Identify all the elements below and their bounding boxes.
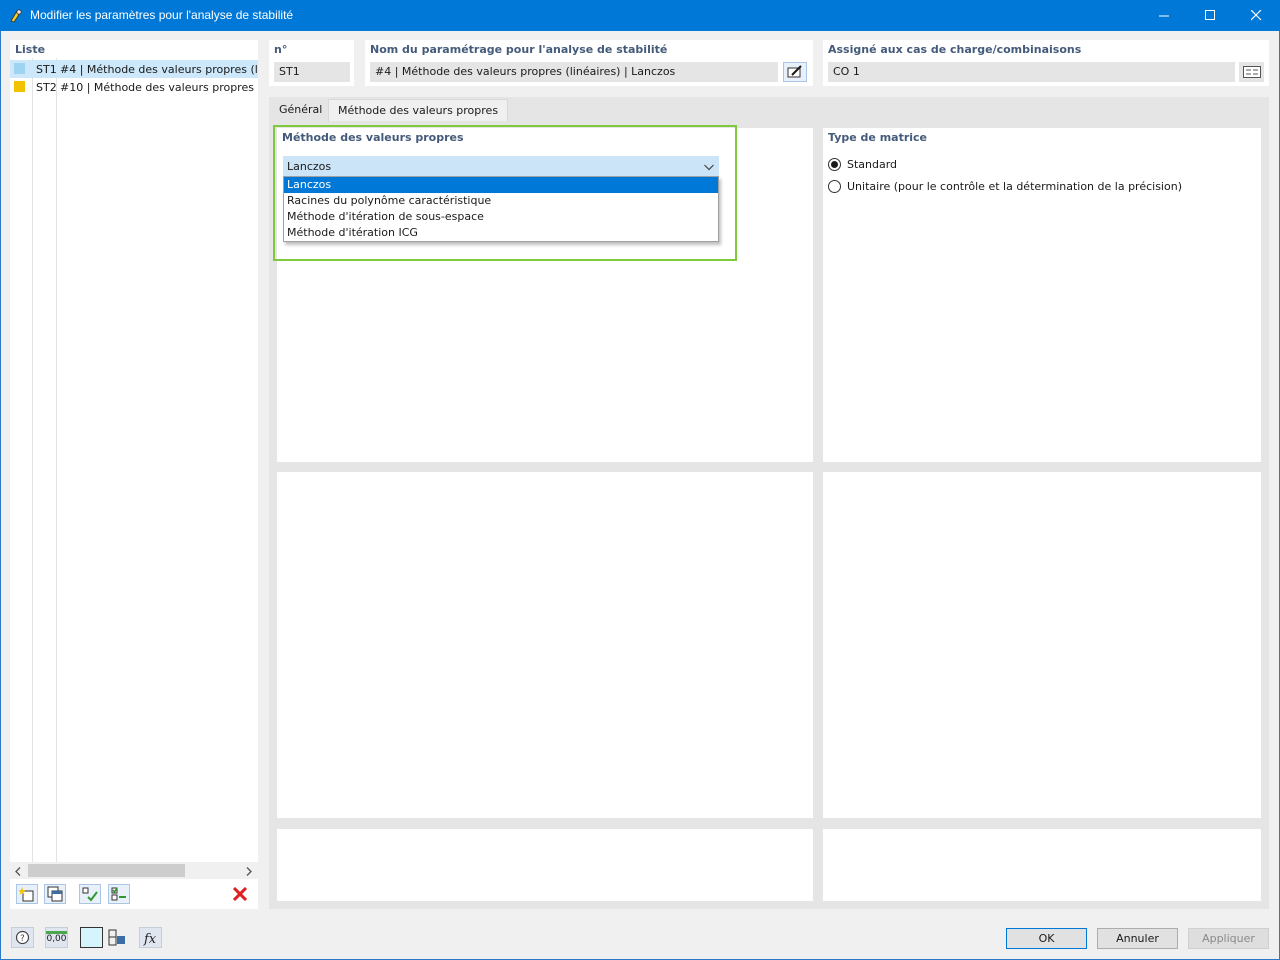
app-icon (9, 8, 24, 23)
radio-standard-label: Standard (847, 158, 898, 171)
svg-text:?: ? (20, 934, 25, 944)
empty-section (277, 829, 813, 901)
method-option[interactable]: Méthode d'itération ICG (284, 225, 718, 241)
cancel-button[interactable]: Annuler (1097, 928, 1178, 949)
new-item-icon (19, 887, 34, 902)
close-button[interactable] (1233, 0, 1279, 31)
horizontal-scrollbar[interactable] (10, 862, 258, 879)
scrollbar-thumb[interactable] (28, 864, 185, 877)
minimize-icon (1158, 15, 1169, 17)
matrix-label: Type de matrice (828, 131, 928, 144)
scroll-right-icon[interactable] (246, 866, 253, 879)
ok-button[interactable]: OK (1006, 928, 1087, 949)
units-value: 0,00 (46, 931, 67, 944)
radio-unitaire[interactable] (828, 180, 841, 193)
title-bar: Modifier les paramètres pour l'analyse d… (0, 0, 1280, 31)
uncheck-button[interactable] (108, 884, 130, 904)
list-item-id: ST1 (36, 63, 57, 76)
copy-item-button[interactable] (44, 884, 66, 904)
method-option[interactable]: Méthode d'itération de sous-espace (284, 209, 718, 225)
function-icon: fx (143, 932, 157, 946)
assign-panel: Assigné aux cas de charge/combinaisons C… (823, 40, 1269, 86)
number-field[interactable]: ST1 (274, 62, 350, 82)
name-field[interactable]: #4 | Méthode des valeurs propres (linéai… (370, 62, 778, 82)
list-item-name: #10 | Méthode des valeurs propres (lin (60, 81, 258, 94)
units-button[interactable]: 0,00 (45, 927, 68, 948)
chevron-down-icon (704, 161, 714, 174)
number-label: n° (274, 43, 288, 56)
list-panel: Liste ST1 #4 | Méthode des valeurs propr… (10, 40, 258, 909)
delete-icon (233, 887, 247, 901)
method-dropdown-list: Lanczos Racines du polynôme caractéristi… (283, 176, 719, 242)
method-select[interactable]: Lanczos (283, 156, 719, 176)
list-item[interactable]: ST2 #10 | Méthode des valeurs propres (l… (10, 78, 258, 96)
assign-label: Assigné aux cas de charge/combinaisons (828, 43, 1082, 56)
matrix-section (823, 128, 1261, 462)
name-panel: Nom du paramétrage pour l'analyse de sta… (365, 40, 813, 86)
color-button[interactable] (80, 927, 103, 948)
empty-section (823, 472, 1261, 818)
scroll-left-icon[interactable] (15, 866, 22, 879)
list-item-id: ST2 (36, 81, 57, 94)
list-select-icon (1242, 66, 1261, 78)
edit-icon (787, 65, 802, 78)
help-icon: ? (15, 930, 30, 945)
number-panel: n° ST1 (269, 40, 354, 86)
apply-button[interactable]: Appliquer (1188, 928, 1269, 949)
uncheck-icon (111, 887, 126, 901)
assign-field[interactable]: CO 1 (828, 62, 1235, 82)
empty-section (823, 829, 1261, 901)
edit-name-button[interactable] (783, 62, 807, 82)
help-button[interactable]: ? (11, 927, 34, 948)
formula-button[interactable]: fx (139, 927, 162, 948)
new-item-button[interactable] (16, 884, 38, 904)
list-item-name: #4 | Méthode des valeurs propres (liné (60, 63, 258, 76)
window-title: Modifier les paramètres pour l'analyse d… (30, 8, 294, 22)
view-button[interactable] (105, 927, 128, 948)
svg-text:fx: fx (143, 932, 157, 946)
list-label: Liste (15, 43, 46, 56)
list-column-divider (32, 58, 33, 862)
list-item[interactable]: ST1 #4 | Méthode des valeurs propres (li… (10, 60, 258, 78)
delete-button[interactable] (229, 884, 251, 904)
maximize-button[interactable] (1187, 0, 1233, 31)
copy-item-icon (47, 886, 63, 902)
structure-view-icon (108, 929, 125, 946)
tab-general[interactable]: Général (270, 99, 331, 121)
minimize-button[interactable] (1141, 0, 1187, 31)
check-all-icon (82, 887, 98, 902)
maximize-icon (1204, 10, 1215, 20)
color-swatch (14, 63, 25, 74)
method-select-value: Lanczos (287, 160, 332, 173)
empty-section (277, 472, 813, 818)
name-label: Nom du paramétrage pour l'analyse de sta… (370, 43, 668, 56)
list-column-divider (56, 58, 57, 862)
select-loads-button[interactable] (1239, 62, 1264, 82)
method-label: Méthode des valeurs propres (282, 131, 464, 144)
method-option[interactable]: Lanczos (284, 177, 718, 193)
check-all-button[interactable] (79, 884, 101, 904)
radio-unitaire-label: Unitaire (pour le contrôle et la détermi… (847, 180, 1182, 193)
close-icon (1250, 10, 1261, 21)
method-option[interactable]: Racines du polynôme caractéristique (284, 193, 718, 209)
tab-eigenvalue-method[interactable]: Méthode des valeurs propres (328, 99, 509, 121)
radio-standard[interactable] (828, 158, 841, 171)
color-swatch (14, 81, 25, 92)
